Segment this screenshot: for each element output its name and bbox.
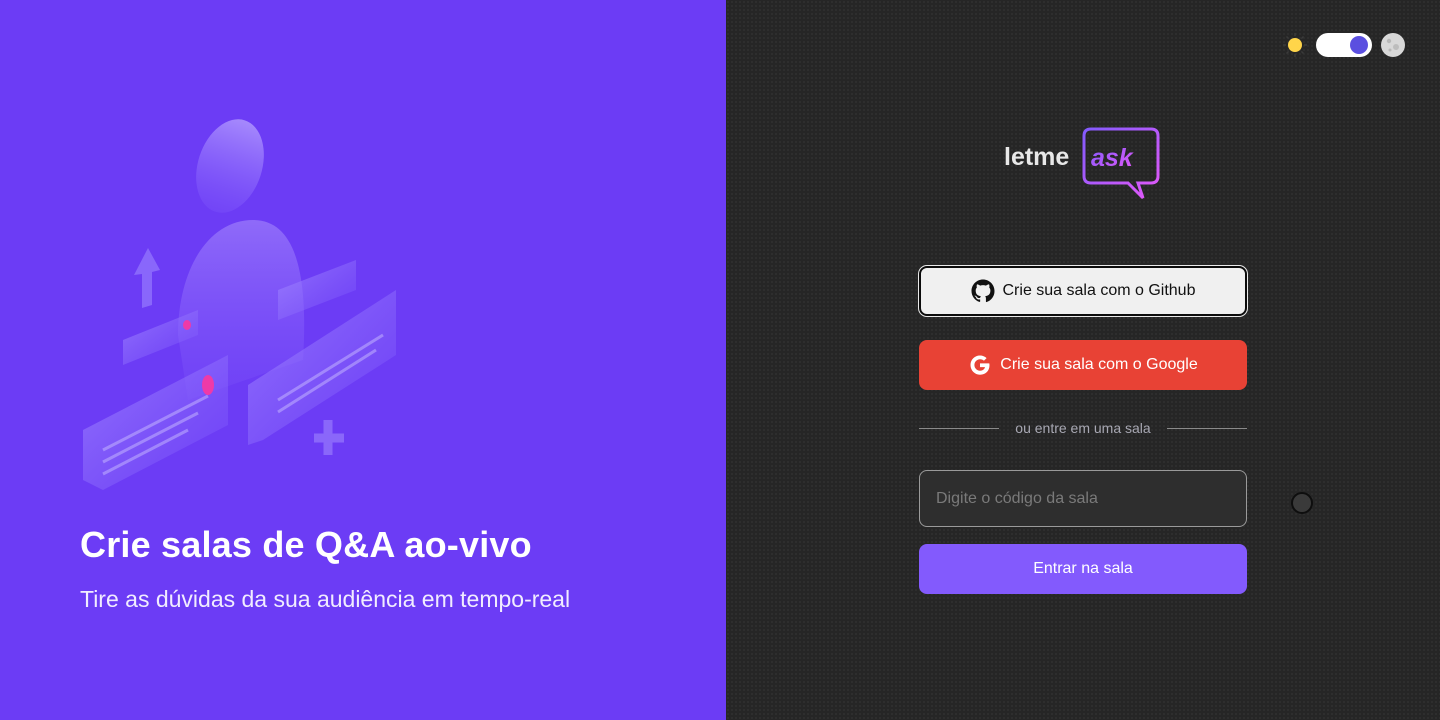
separator: ou entre em uma sala bbox=[919, 420, 1247, 436]
aside-title: Crie salas de Q&A ao-vivo bbox=[80, 524, 532, 565]
logo-letme: letme bbox=[1004, 143, 1069, 171]
separator-text: ou entre em uma sala bbox=[1015, 420, 1151, 436]
letmeask-logo: letme ask bbox=[1004, 127, 1160, 200]
sun-icon bbox=[1283, 33, 1307, 57]
google-icon bbox=[970, 355, 990, 375]
room-code-input[interactable] bbox=[919, 470, 1247, 527]
theme-switch[interactable] bbox=[1316, 33, 1372, 57]
enter-room-button[interactable]: Entrar na sala bbox=[919, 544, 1247, 594]
github-button-label: Crie sua sala com o Github bbox=[1002, 282, 1196, 299]
main-panel: letme ask Crie sua sala com o Github Cri… bbox=[726, 0, 1440, 720]
github-login-button[interactable]: Crie sua sala com o Github bbox=[918, 265, 1248, 317]
google-button-label: Crie sua sala com o Google bbox=[1000, 356, 1198, 373]
aside-panel: Crie salas de Q&A ao-vivo Tire as dúvida… bbox=[0, 0, 726, 720]
enter-room-label: Entrar na sala bbox=[1033, 560, 1133, 577]
google-login-button[interactable]: Crie sua sala com o Google bbox=[919, 340, 1247, 390]
moon-icon bbox=[1381, 33, 1405, 57]
separator-line-right bbox=[1166, 427, 1247, 429]
logo-ask: ask bbox=[1091, 144, 1134, 172]
github-icon bbox=[971, 279, 995, 303]
qa-illustration bbox=[83, 119, 396, 490]
switch-knob bbox=[1350, 36, 1368, 54]
aside-subtitle: Tire as dúvidas da sua audiência em temp… bbox=[80, 586, 571, 612]
theme-toggle[interactable] bbox=[1282, 32, 1406, 58]
cursor-indicator bbox=[1291, 492, 1313, 514]
separator-line-left bbox=[919, 427, 1000, 429]
